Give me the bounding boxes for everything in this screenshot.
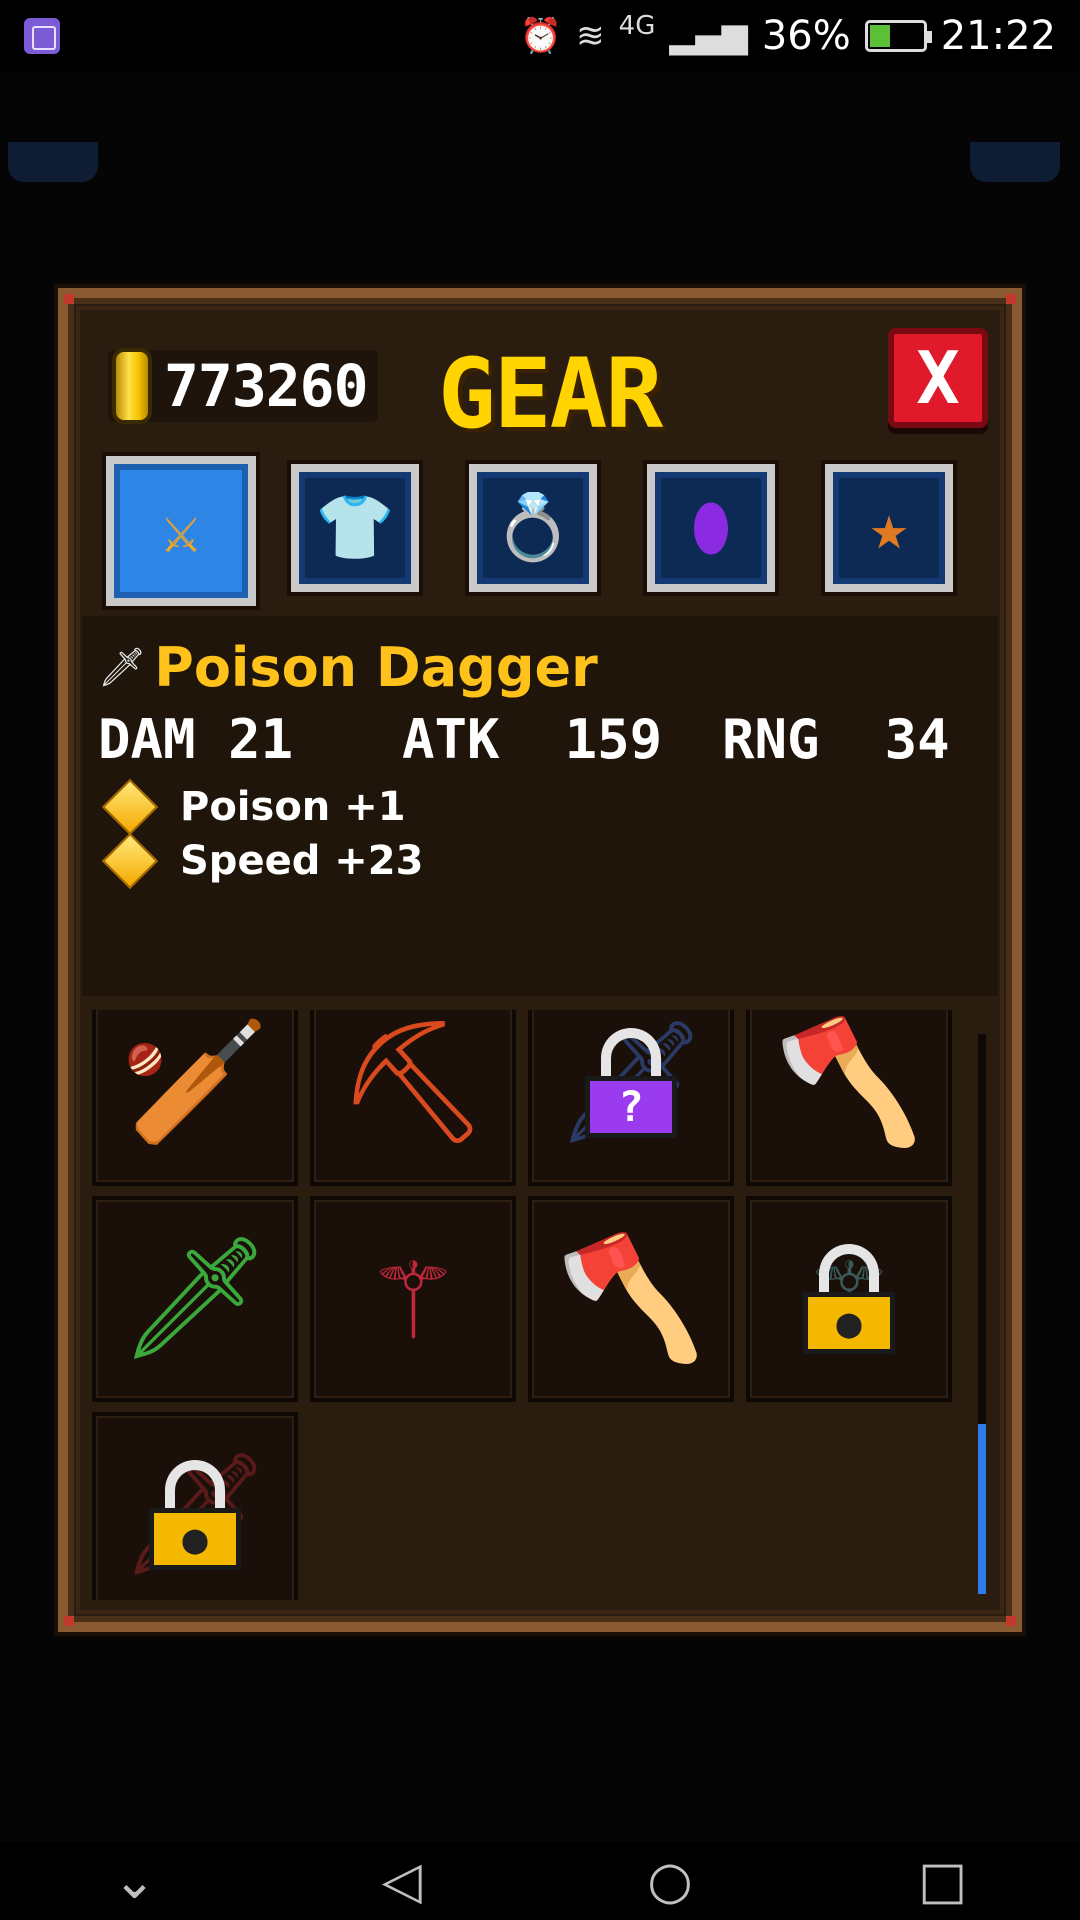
perk-gem-icon [101, 778, 159, 836]
panel-title: GEAR [438, 338, 663, 450]
blood-staff-icon: ⚚ [376, 1229, 450, 1368]
clock: 21:22 [940, 13, 1056, 59]
inventory-slot[interactable]: 🗡 [92, 1196, 298, 1402]
bat-axe-icon: 🪓 [774, 1013, 924, 1152]
stat-range: RNG 34 [722, 708, 950, 771]
sword-icon: ⚔ [161, 494, 201, 568]
lock-question: ? [585, 1075, 677, 1138]
perk-item: Speed +23 [101, 832, 424, 890]
panel-stud [1006, 294, 1016, 304]
stat-range-label: RNG [722, 708, 820, 771]
shirt-icon: 👕 [315, 491, 395, 565]
inventory-grid: 🏏 ⛏ 🗡 ? 🪓 🗡 ⚚ 🪓 ⚚ ● [82, 1010, 998, 1600]
inventory-slot[interactable]: 🪓 [746, 1010, 952, 1186]
gear-panel: 773260 GEAR X ⚔ 👕 💍 ⬮ ★ 🗡 Poison Dagger … [58, 288, 1022, 1632]
tab-armor[interactable]: 👕 [291, 464, 419, 592]
back-icon[interactable]: ◁ [382, 1851, 422, 1911]
stat-damage-value: 21 [228, 708, 294, 771]
stat-attack-value: 159 [564, 708, 663, 771]
hide-nav-icon[interactable]: ⌄ [113, 1851, 157, 1911]
double-axe-icon: 🪓 [556, 1229, 706, 1368]
home-icon[interactable]: ○ [647, 1851, 692, 1911]
close-button[interactable]: X [888, 328, 988, 428]
inventory-slot[interactable]: 🗡 ? [528, 1010, 734, 1186]
stat-damage: DAM 21 [98, 708, 293, 771]
inventory-slot[interactable]: ⚚ [310, 1196, 516, 1402]
signal-icon: 4G [618, 11, 656, 41]
close-icon: X [916, 336, 960, 420]
status-indicators: ⏰ ≋ 4G ▂▄▆ 36% 21:22 [519, 11, 1056, 59]
wifi-icon: ≋ [576, 16, 605, 56]
tab-badges[interactable]: ★ [825, 464, 953, 592]
battery-icon [864, 20, 932, 52]
lava-scythe-icon: ⛏ [336, 1013, 490, 1152]
inventory-slot[interactable]: ⚚ ● [746, 1196, 952, 1402]
battery-percent: 36% [761, 13, 851, 59]
tab-rings[interactable]: 💍 [469, 464, 597, 592]
gallery-app-icon [24, 18, 60, 54]
scroll-thumb[interactable] [978, 1424, 986, 1594]
alarm-icon: ⏰ [519, 16, 563, 56]
stat-damage-label: DAM [98, 708, 196, 771]
tab-weapons[interactable]: ⚔ [106, 456, 256, 606]
panel-stud [1006, 1616, 1016, 1626]
item-name: Poison Dagger [154, 636, 598, 699]
star-icon: ★ [869, 491, 909, 565]
navigation-bar: ⌄ ◁ ○ □ [0, 1842, 1080, 1920]
status-bar: ⏰ ≋ 4G ▂▄▆ 36% 21:22 [0, 0, 1080, 72]
panel-stud [64, 294, 74, 304]
perk-gem-icon [101, 832, 159, 890]
inventory-slot[interactable]: 🗡 ● [92, 1412, 298, 1600]
dagger-icon: 🗡 [98, 645, 147, 689]
perk-label: Poison +1 [180, 784, 406, 830]
gold-counter: 773260 [108, 348, 378, 424]
locked-gold-icon: ● [149, 1460, 241, 1570]
inventory-slot[interactable]: 🪓 [528, 1196, 734, 1402]
perk-item: Poison +1 [101, 778, 406, 836]
stat-attack-label: ATK [402, 708, 500, 771]
stat-attack: ATK 159 [402, 708, 662, 771]
perk-label: Speed +23 [180, 838, 424, 884]
locked-purple-icon: ? [585, 1028, 677, 1138]
inventory-scrollbar[interactable] [978, 1034, 986, 1594]
stat-range-value: 34 [884, 708, 950, 771]
bg-left-button [8, 142, 98, 182]
recents-icon[interactable]: □ [918, 1851, 967, 1911]
gold-coin-icon [112, 348, 152, 424]
item-info: 🗡 Poison Dagger DAM 21 ATK 159 RNG 34 Po… [82, 616, 998, 996]
signal-bars-icon: ▂▄▆ [669, 16, 748, 56]
ring-icon: 💍 [493, 491, 573, 565]
gold-amount: 773260 [164, 352, 369, 420]
thorn-blade-icon: 🗡 [118, 1229, 272, 1368]
ice-club-icon: 🏏 [120, 1013, 270, 1152]
locked-gold-icon: ● [803, 1244, 895, 1354]
inventory-slot[interactable]: 🏏 [92, 1010, 298, 1186]
inventory-slot[interactable]: ⛏ [310, 1010, 516, 1186]
bg-right-button [970, 142, 1060, 182]
category-tabs: ⚔ 👕 💍 ⬮ ★ [106, 456, 986, 606]
panel-stud [64, 1616, 74, 1626]
gem-icon: ⬮ [690, 491, 732, 565]
item-title: 🗡 Poison Dagger [98, 636, 598, 699]
tab-gems[interactable]: ⬮ [647, 464, 775, 592]
